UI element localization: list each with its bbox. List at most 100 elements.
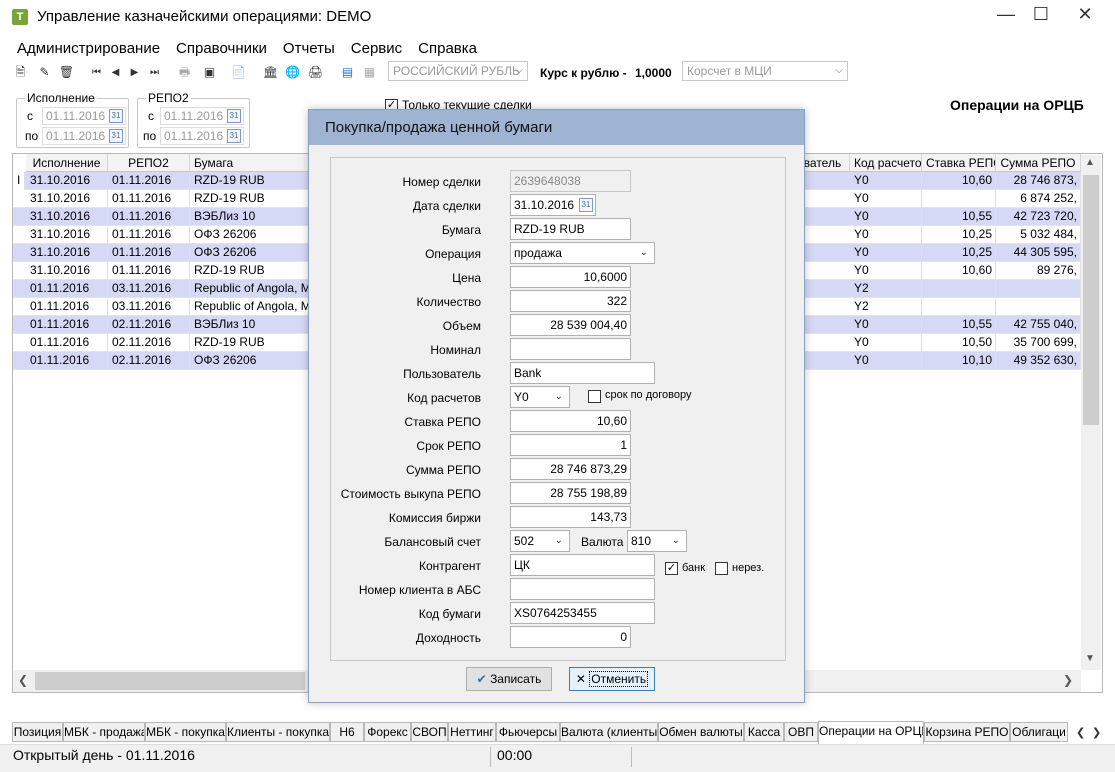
calendar-icon[interactable]: 31 xyxy=(227,109,241,123)
cancel-button[interactable]: ✕ Отменить xyxy=(569,667,655,691)
tab-10[interactable]: Обмен валюты xyxy=(658,722,744,742)
nominal-label: Номинал xyxy=(430,343,481,357)
deal-no-field[interactable]: 2639648038 xyxy=(510,170,631,192)
commission-label: Комиссия биржи xyxy=(388,511,481,525)
volume-field[interactable]: 28 539 004,40 xyxy=(510,314,631,336)
scroll-right-icon[interactable]: ❯ xyxy=(1063,673,1073,687)
printer-icon[interactable]: 🖨 xyxy=(307,64,324,81)
counterparty-field[interactable]: ЦК xyxy=(510,554,655,576)
yield-field[interactable]: 0 xyxy=(510,626,631,648)
commission-field[interactable]: 143,73 xyxy=(510,506,631,528)
new-document-icon[interactable]: 🗎 xyxy=(12,64,29,81)
deal-date-field[interactable]: 31.10.2016 31 xyxy=(510,194,596,216)
repo-from-date[interactable]: 01.11.2016 31 xyxy=(160,107,244,125)
col-header-paper[interactable]: Бумага xyxy=(190,154,310,172)
col-header-repo-rate[interactable]: Ставка РЕПО xyxy=(922,154,996,172)
calendar-icon[interactable]: 31 xyxy=(109,109,123,123)
cell-code: Y0 xyxy=(850,352,922,370)
calendar-icon[interactable]: 31 xyxy=(579,198,593,212)
repo-term-field[interactable]: 1 xyxy=(510,434,631,456)
cell-repo: 01.11.2016 xyxy=(108,208,190,226)
contract-term-checkbox[interactable] xyxy=(588,390,601,403)
user-field[interactable]: Bank xyxy=(510,362,655,384)
balance-account-select[interactable]: 502 ⌄ xyxy=(510,530,570,552)
chevron-down-icon: ⌵ xyxy=(835,65,843,76)
scroll-up-icon[interactable]: ▲ xyxy=(1085,157,1095,168)
first-record-icon[interactable]: ⏮ xyxy=(88,64,105,81)
nonresident-checkbox[interactable] xyxy=(715,562,728,575)
paper-field[interactable]: RZD-19 RUB xyxy=(510,218,631,240)
currency-code-select[interactable]: 810 ⌄ xyxy=(627,530,687,552)
tab-12[interactable]: ОВП xyxy=(784,722,818,742)
settle-code-select[interactable]: Y0 ⌄ xyxy=(510,386,570,408)
tab-15[interactable]: Облигаци xyxy=(1010,722,1068,742)
calendar-icon[interactable]: 31 xyxy=(109,129,123,143)
menu-reports[interactable]: Отчеты xyxy=(275,38,343,60)
last-record-icon[interactable]: ⏭ xyxy=(146,64,163,81)
print-icon[interactable]: 🖶 xyxy=(176,64,193,81)
next-record-icon[interactable]: ▶ xyxy=(126,64,143,81)
scrollbar-thumb[interactable] xyxy=(1083,175,1099,425)
prev-record-icon[interactable]: ◀ xyxy=(107,64,124,81)
tab-11[interactable]: Касса xyxy=(744,722,784,742)
repo-rate-field[interactable]: 10,60 xyxy=(510,410,631,432)
scroll-left-icon[interactable]: ❮ xyxy=(18,673,28,687)
tab-3[interactable]: Клиенты - покупка xyxy=(226,722,330,742)
menu-admin[interactable]: Администрирование xyxy=(9,38,168,60)
quantity-field[interactable]: 322 xyxy=(510,290,631,312)
scroll-down-icon[interactable]: ▼ xyxy=(1085,653,1095,664)
client-abs-field[interactable] xyxy=(510,578,655,600)
table-icon[interactable]: ▦ xyxy=(361,64,378,81)
tab-7[interactable]: Неттинг xyxy=(448,722,496,742)
repo-buyback-field[interactable]: 28 755 198,89 xyxy=(510,482,631,504)
menu-service[interactable]: Сервис xyxy=(343,38,410,60)
account-select[interactable]: Корсчет в МЦИ ⌵ xyxy=(682,61,848,81)
tab-1[interactable]: МБК - продажа xyxy=(63,722,145,742)
menu-references[interactable]: Справочники xyxy=(168,38,275,60)
export-icon[interactable]: ▣ xyxy=(201,64,218,81)
bank-checkbox[interactable]: ✓ xyxy=(665,562,678,575)
report-icon[interactable]: 📄 xyxy=(230,64,247,81)
nonresident-label: нерез. xyxy=(732,562,765,574)
calendar-icon[interactable]: 31 xyxy=(227,129,241,143)
col-header-execution[interactable]: Исполнение xyxy=(26,154,108,172)
operation-select[interactable]: продажа ⌄ xyxy=(510,242,655,264)
exec-from-date[interactable]: 01.11.2016 31 xyxy=(42,107,126,125)
exec-to-date[interactable]: 01.11.2016 31 xyxy=(42,127,126,145)
checkmark-icon: ✔ xyxy=(476,672,487,686)
cell-code: Y0 xyxy=(850,316,922,334)
edit-icon[interactable]: ✎ xyxy=(36,64,53,81)
tab-4[interactable]: Н6 xyxy=(330,722,364,742)
nominal-field[interactable] xyxy=(510,338,631,360)
tab-scroll-left-icon[interactable]: ❮ xyxy=(1076,726,1085,739)
bank-icon[interactable]: 🏛 xyxy=(262,64,279,81)
tab-5[interactable]: Форекс xyxy=(364,722,411,742)
to-label: по xyxy=(143,129,157,143)
paper-code-field[interactable]: XS0764253455 xyxy=(510,602,655,624)
delete-icon[interactable]: 🗑 xyxy=(58,64,75,81)
maximize-button[interactable]: ☐ xyxy=(1018,0,1064,30)
tab-13[interactable]: Операции на ОРЦБ xyxy=(818,721,924,744)
col-header-settle-code[interactable]: Код расчетов xyxy=(850,154,922,172)
menu-help[interactable]: Справка xyxy=(410,38,485,60)
settle-code-value: Y0 xyxy=(514,390,529,404)
price-field[interactable]: 10,6000 xyxy=(510,266,631,288)
tab-6[interactable]: СВОП xyxy=(411,722,448,742)
tab-9[interactable]: Валюта (клиенты) xyxy=(560,722,658,742)
tab-scroll-right-icon[interactable]: ❯ xyxy=(1092,726,1101,739)
save-button[interactable]: ✔ Записать xyxy=(466,667,552,691)
vertical-scrollbar[interactable]: ▲ ▼ xyxy=(1081,155,1101,670)
tab-0[interactable]: Позиция xyxy=(12,722,63,742)
globe-icon[interactable]: 🌐 xyxy=(284,64,301,81)
currency-select[interactable]: РОССИЙСКИЙ РУБЛЬ ⌵ xyxy=(388,61,528,81)
tab-8[interactable]: Фьючерсы xyxy=(496,722,560,742)
tab-2[interactable]: МБК - покупка xyxy=(145,722,226,742)
hscroll-thumb[interactable] xyxy=(35,672,305,690)
window-icon[interactable]: ▤ xyxy=(339,64,356,81)
col-header-repo2[interactable]: РЕПО2 xyxy=(108,154,190,172)
close-button[interactable]: ✕ xyxy=(1062,0,1108,30)
tab-14[interactable]: Корзина РЕПО xyxy=(924,722,1010,742)
repo-to-date[interactable]: 01.11.2016 31 xyxy=(160,127,244,145)
repo-sum-field[interactable]: 28 746 873,29 xyxy=(510,458,631,480)
col-header-repo-sum[interactable]: Сумма РЕПО xyxy=(996,154,1081,172)
